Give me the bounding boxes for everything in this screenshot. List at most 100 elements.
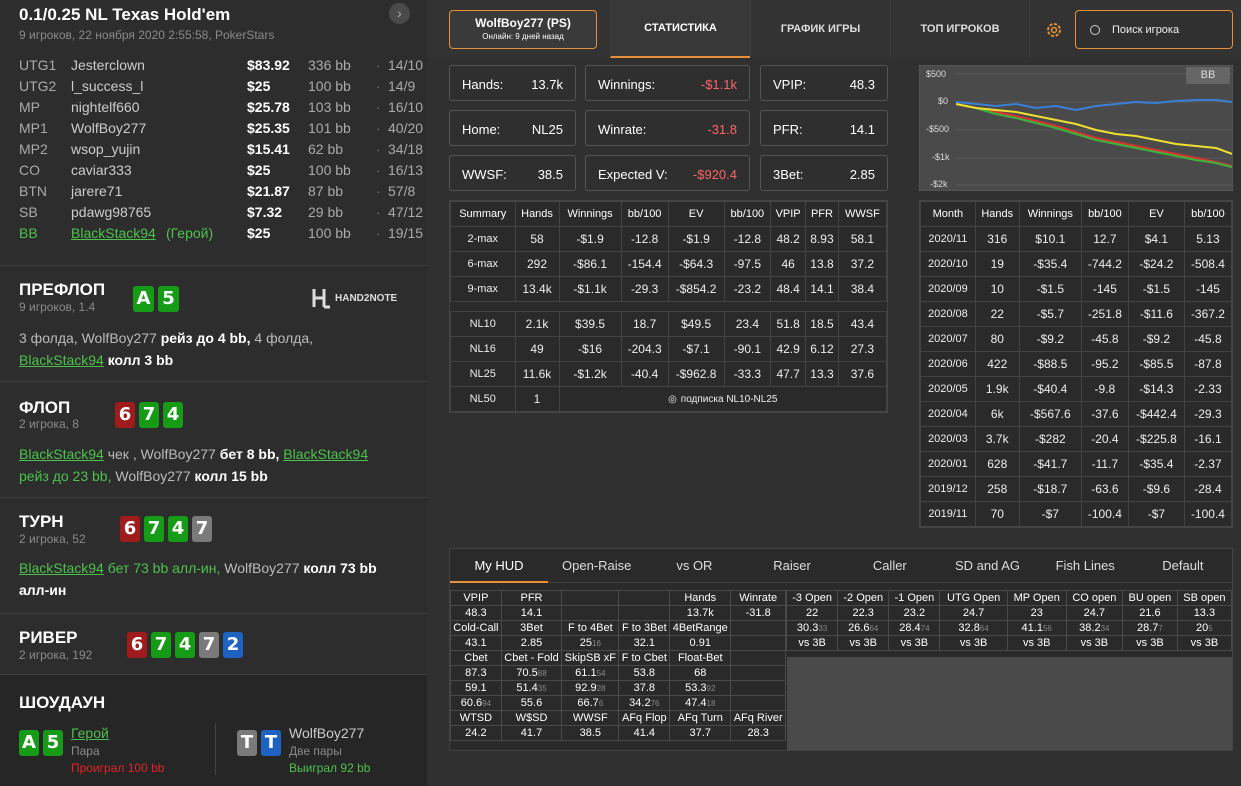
hud-stat-value[interactable]: 51.435 <box>500 680 563 696</box>
settings-gear-icon[interactable] <box>1045 21 1063 39</box>
hud-stat-value[interactable]: 87.3 <box>450 665 502 681</box>
hud-stat-value[interactable]: 0.91 <box>669 635 732 651</box>
player-search[interactable]: Поиск игрока <box>1075 10 1233 49</box>
player-badge[interactable]: WolfBoy277 (PS) Онлайн: 9 дней назад <box>449 10 597 49</box>
tab-game-graph[interactable]: ГРАФИК ИГРЫ <box>750 0 890 58</box>
hud-stat-value[interactable]: 14.1 <box>500 605 563 621</box>
table-row[interactable]: 9-max 13.4k -$1.1k -29.3 -$854.2 -23.2 48.4 14.… <box>450 276 888 302</box>
hud-stat-value[interactable] <box>730 665 786 681</box>
winnings-graph[interactable]: $500 $0 -$500 -$1k -$2k BB <box>919 65 1233 191</box>
hud-stat-value[interactable]: 2.85 <box>500 635 563 651</box>
player-row[interactable]: BB BlackStack94 (Герой) $25 100 bb · 19/15 <box>19 225 423 245</box>
column-header[interactable]: bb/100 <box>620 201 669 227</box>
hud-stat-value[interactable] <box>730 695 786 711</box>
player-row[interactable]: BTN jarere71 $21.87 87 bb · 57/8 <box>19 183 419 203</box>
column-header[interactable]: EV <box>1127 201 1185 227</box>
table-row[interactable]: 2020/08 22 -$5.7 -251.8 -$11.6 -367.2 <box>920 301 1233 327</box>
table-row[interactable]: 2020/03 3.7k -$282 -20.4 -$225.8 -16.1 <box>920 426 1233 452</box>
column-header[interactable]: Summary <box>450 201 516 227</box>
player-row[interactable]: UTG1 Jesterclown $83.92 336 bb · 14/10 <box>19 57 423 77</box>
hud-tab[interactable]: Raiser <box>743 549 841 583</box>
hud-stat-value[interactable]: 53.392 <box>669 680 732 696</box>
hud-stat-value[interactable] <box>730 635 786 651</box>
hud-stat-value[interactable] <box>561 605 620 621</box>
player-row[interactable]: UTG2 l_success_l $25 100 bb · 14/9 <box>19 78 419 98</box>
hud-stat-value[interactable]: -31.8 <box>730 605 786 621</box>
column-header[interactable]: Hands <box>974 201 1020 227</box>
table-row[interactable]: 2020/01 628 -$41.7 -11.7 -$35.4 -2.37 <box>920 451 1233 477</box>
graph-unit-badge[interactable]: BB <box>1186 67 1230 84</box>
hud-stat-value[interactable]: 28.77 <box>1121 620 1178 636</box>
hud-stat-value[interactable]: 37.7 <box>669 725 732 741</box>
hero-link[interactable]: Герой <box>71 725 109 741</box>
search-input[interactable]: Поиск игрока <box>1112 24 1179 36</box>
table-row[interactable]: 2020/11 316 $10.1 12.7 $4.1 5.13 <box>920 226 1233 252</box>
hud-stat-value[interactable]: 23 <box>1006 605 1067 621</box>
hud-stat-value[interactable]: 48.3 <box>450 605 502 621</box>
hud-stat-value[interactable]: 28.474 <box>888 620 941 636</box>
hud-tab[interactable]: Caller <box>841 549 939 583</box>
column-header[interactable]: Hands <box>514 201 560 227</box>
table-row[interactable]: 2020/09 10 -$1.5 -145 -$1.5 -145 <box>920 276 1233 302</box>
player-row[interactable]: MP2 wsop_yujin $15.41 62 bb · 34/18 <box>19 141 423 161</box>
hud-stat-value[interactable]: 26.664 <box>837 620 890 636</box>
table-row[interactable]: 2020/06 422 -$88.5 -95.2 -$85.5 -87.8 <box>920 351 1233 377</box>
player-link[interactable]: BlackStack94 <box>283 446 368 462</box>
table-row[interactable]: 2020/10 19 -$35.4 -744.2 -$24.2 -508.4 <box>920 251 1233 277</box>
next-hand-button[interactable]: › <box>389 3 410 24</box>
hud-stat-value[interactable]: 22.3 <box>837 605 890 621</box>
hud-stat-value[interactable]: 68 <box>669 665 732 681</box>
column-header[interactable]: Winnings <box>1018 201 1082 227</box>
column-header[interactable]: bb/100 <box>1080 201 1129 227</box>
hud-stat-value[interactable]: 41.7 <box>500 725 563 741</box>
table-row[interactable]: 2020/05 1.9k -$40.4 -9.8 -$14.3 -2.33 <box>920 376 1233 402</box>
player-link[interactable]: BlackStack94 <box>19 560 104 576</box>
column-header[interactable]: VPIP <box>770 201 807 227</box>
hud-stat-value[interactable]: 205 <box>1176 620 1233 636</box>
table-row[interactable]: 2020/04 6k -$567.6 -37.6 -$442.4 -29.3 <box>920 401 1233 427</box>
hud-stat-value[interactable]: 66.76 <box>561 695 620 711</box>
hud-stat-value[interactable]: 43.1 <box>450 635 502 651</box>
hud-stat-value[interactable]: 70.588 <box>500 665 563 681</box>
table-row[interactable]: 6-max 292 -$86.1 -154.4 -$64.3 -97.5 46 13.8 37.… <box>450 251 888 277</box>
hud-stat-value[interactable]: 32.864 <box>939 620 1008 636</box>
hud-stat-value[interactable]: 55.6 <box>500 695 563 711</box>
hud-stat-value[interactable]: 37.8 <box>618 680 671 696</box>
hud-stat-value[interactable]: 53.8 <box>618 665 671 681</box>
table-row[interactable]: 2019/12 258 -$18.7 -63.6 -$9.6 -28.4 <box>920 476 1233 502</box>
player-name[interactable]: BlackStack94 <box>71 225 156 241</box>
table-row[interactable]: 2020/07 80 -$9.2 -45.8 -$9.2 -45.8 <box>920 326 1233 352</box>
column-header[interactable]: Month <box>920 201 976 227</box>
hud-tab[interactable]: My HUD <box>450 549 548 583</box>
hud-stat-value[interactable]: 22 <box>785 605 839 621</box>
hud-stat-value[interactable]: 13.3 <box>1176 605 1233 621</box>
hud-stat-value[interactable]: 28.3 <box>730 725 786 741</box>
hud-stat-value[interactable]: 24.7 <box>939 605 1008 621</box>
player-row[interactable]: SB pdawg98765 $7.32 29 bb · 47/12 <box>19 204 423 224</box>
hud-stat-value[interactable]: 32.1 <box>618 635 671 651</box>
hud-stat-value[interactable]: 61.154 <box>561 665 620 681</box>
hud-tab[interactable]: vs OR <box>645 549 743 583</box>
table-row[interactable]: 2-max 58 -$1.9 -12.8 -$1.9 -12.8 48.2 8.93 58.1 <box>450 226 888 252</box>
hud-tab[interactable]: Default <box>1134 549 1232 583</box>
hud-stat-value[interactable]: 34.276 <box>618 695 671 711</box>
column-header[interactable]: WWSF <box>837 201 888 227</box>
hud-stat-value[interactable]: 38.5 <box>561 725 620 741</box>
hud-stat-value[interactable]: 47.418 <box>669 695 732 711</box>
column-header[interactable]: PFR <box>805 201 839 227</box>
player-row[interactable]: MP nightelf660 $25.78 103 bb · 16/10 <box>19 99 423 119</box>
table-row[interactable]: NL50 1 ◎ подписка NL10-NL25 <box>450 386 888 412</box>
player-row[interactable]: MP1 WolfBoy277 $25.35 101 bb · 40/20 <box>19 120 423 140</box>
hud-stat-value[interactable]: 41.4 <box>618 725 671 741</box>
hud-tab[interactable]: SD and AG <box>939 549 1037 583</box>
hud-stat-value[interactable]: 60.694 <box>450 695 502 711</box>
subscription-note[interactable]: ◎ подписка NL10-NL25 <box>558 386 888 412</box>
table-row[interactable]: NL16 49 -$16 -204.3 -$7.1 -90.1 42.9 6.12 27.3 <box>450 336 888 362</box>
hud-stat-value[interactable]: 30.333 <box>785 620 839 636</box>
tab-top-players[interactable]: ТОП ИГРОКОВ <box>890 0 1030 58</box>
hud-stat-value[interactable]: 38.234 <box>1065 620 1123 636</box>
column-header[interactable]: Winnings <box>558 201 622 227</box>
hud-stat-value[interactable]: 21.6 <box>1121 605 1178 621</box>
table-row[interactable]: 2019/11 70 -$7 -100.4 -$7 -100.4 <box>920 501 1233 527</box>
hud-stat-value[interactable]: 92.928 <box>561 680 620 696</box>
